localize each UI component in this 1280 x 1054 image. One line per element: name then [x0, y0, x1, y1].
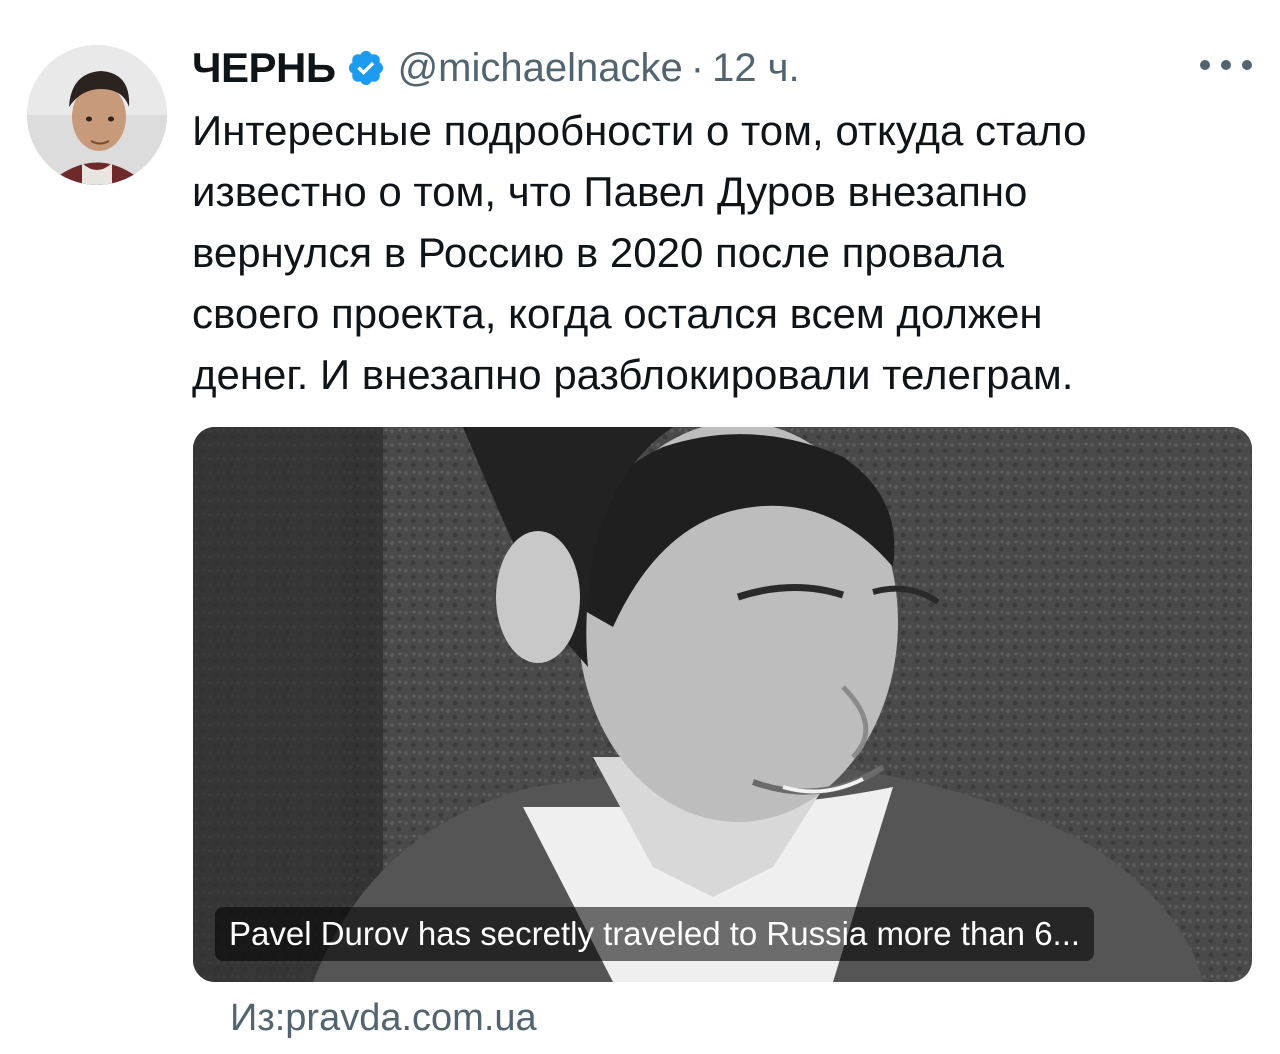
separator-dot: ·: [690, 45, 705, 90]
more-horizontal-icon: [1221, 60, 1231, 70]
tweet-timestamp[interactable]: 12 ч.: [712, 46, 800, 91]
more-horizontal-icon: [1242, 60, 1252, 70]
tweet: ЧЕРНЬ @michaelnacke · 12 ч. Интересные п…: [0, 0, 1280, 1054]
tweet-text: Интересные подробности о том, откуда ста…: [192, 107, 1087, 398]
more-horizontal-icon: [1200, 60, 1210, 70]
card-source-link[interactable]: Из:pravda.com.ua: [230, 997, 537, 1040]
more-options-button[interactable]: [1200, 50, 1252, 80]
author-handle[interactable]: @michaelnacke: [398, 46, 683, 91]
tweet-header: ЧЕРНЬ @michaelnacke · 12 ч.: [192, 38, 800, 98]
avatar[interactable]: [27, 45, 167, 185]
card-title: Pavel Durov has secretly traveled to Rus…: [215, 907, 1095, 961]
display-name[interactable]: ЧЕРНЬ: [192, 44, 336, 92]
card-image: [193, 427, 1252, 982]
link-card[interactable]: Pavel Durov has secretly traveled to Rus…: [193, 427, 1252, 982]
verified-badge-icon: [346, 48, 386, 88]
